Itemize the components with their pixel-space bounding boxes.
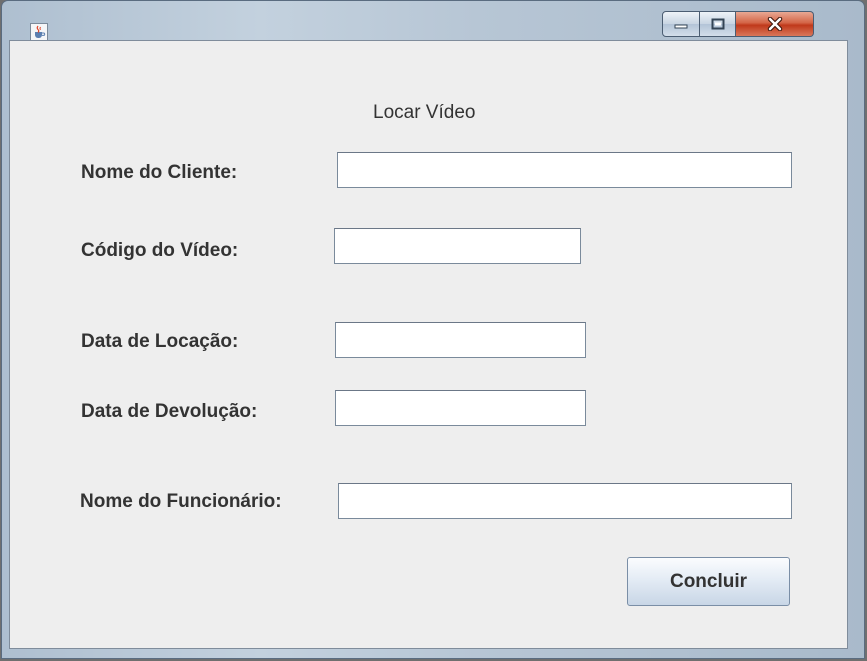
- form-heading: Locar Vídeo: [373, 102, 476, 123]
- conclude-button[interactable]: Concluir: [627, 557, 790, 606]
- rental-date-input[interactable]: [335, 322, 586, 358]
- video-code-input[interactable]: [334, 228, 581, 264]
- maximize-icon: [711, 18, 724, 30]
- minimize-icon: [674, 24, 688, 29]
- client-name-label: Nome do Cliente:: [81, 162, 238, 183]
- rental-date-label: Data de Locação:: [81, 331, 239, 352]
- video-code-label: Código do Vídeo:: [81, 240, 239, 261]
- return-date-label: Data de Devolução:: [81, 401, 258, 422]
- close-button[interactable]: [736, 11, 814, 37]
- employee-name-label: Nome do Funcionário:: [80, 491, 282, 512]
- return-date-input[interactable]: [335, 390, 586, 426]
- java-cup-icon[interactable]: [30, 23, 48, 41]
- client-name-input[interactable]: [337, 152, 792, 188]
- window-controls: [662, 11, 814, 37]
- title-bar[interactable]: [2, 1, 864, 41]
- minimize-button[interactable]: [662, 11, 700, 37]
- close-icon: [767, 17, 782, 31]
- maximize-button[interactable]: [700, 11, 736, 37]
- employee-name-input[interactable]: [338, 483, 792, 519]
- form-panel: Locar Vídeo Nome do Cliente: Código do V…: [9, 40, 848, 649]
